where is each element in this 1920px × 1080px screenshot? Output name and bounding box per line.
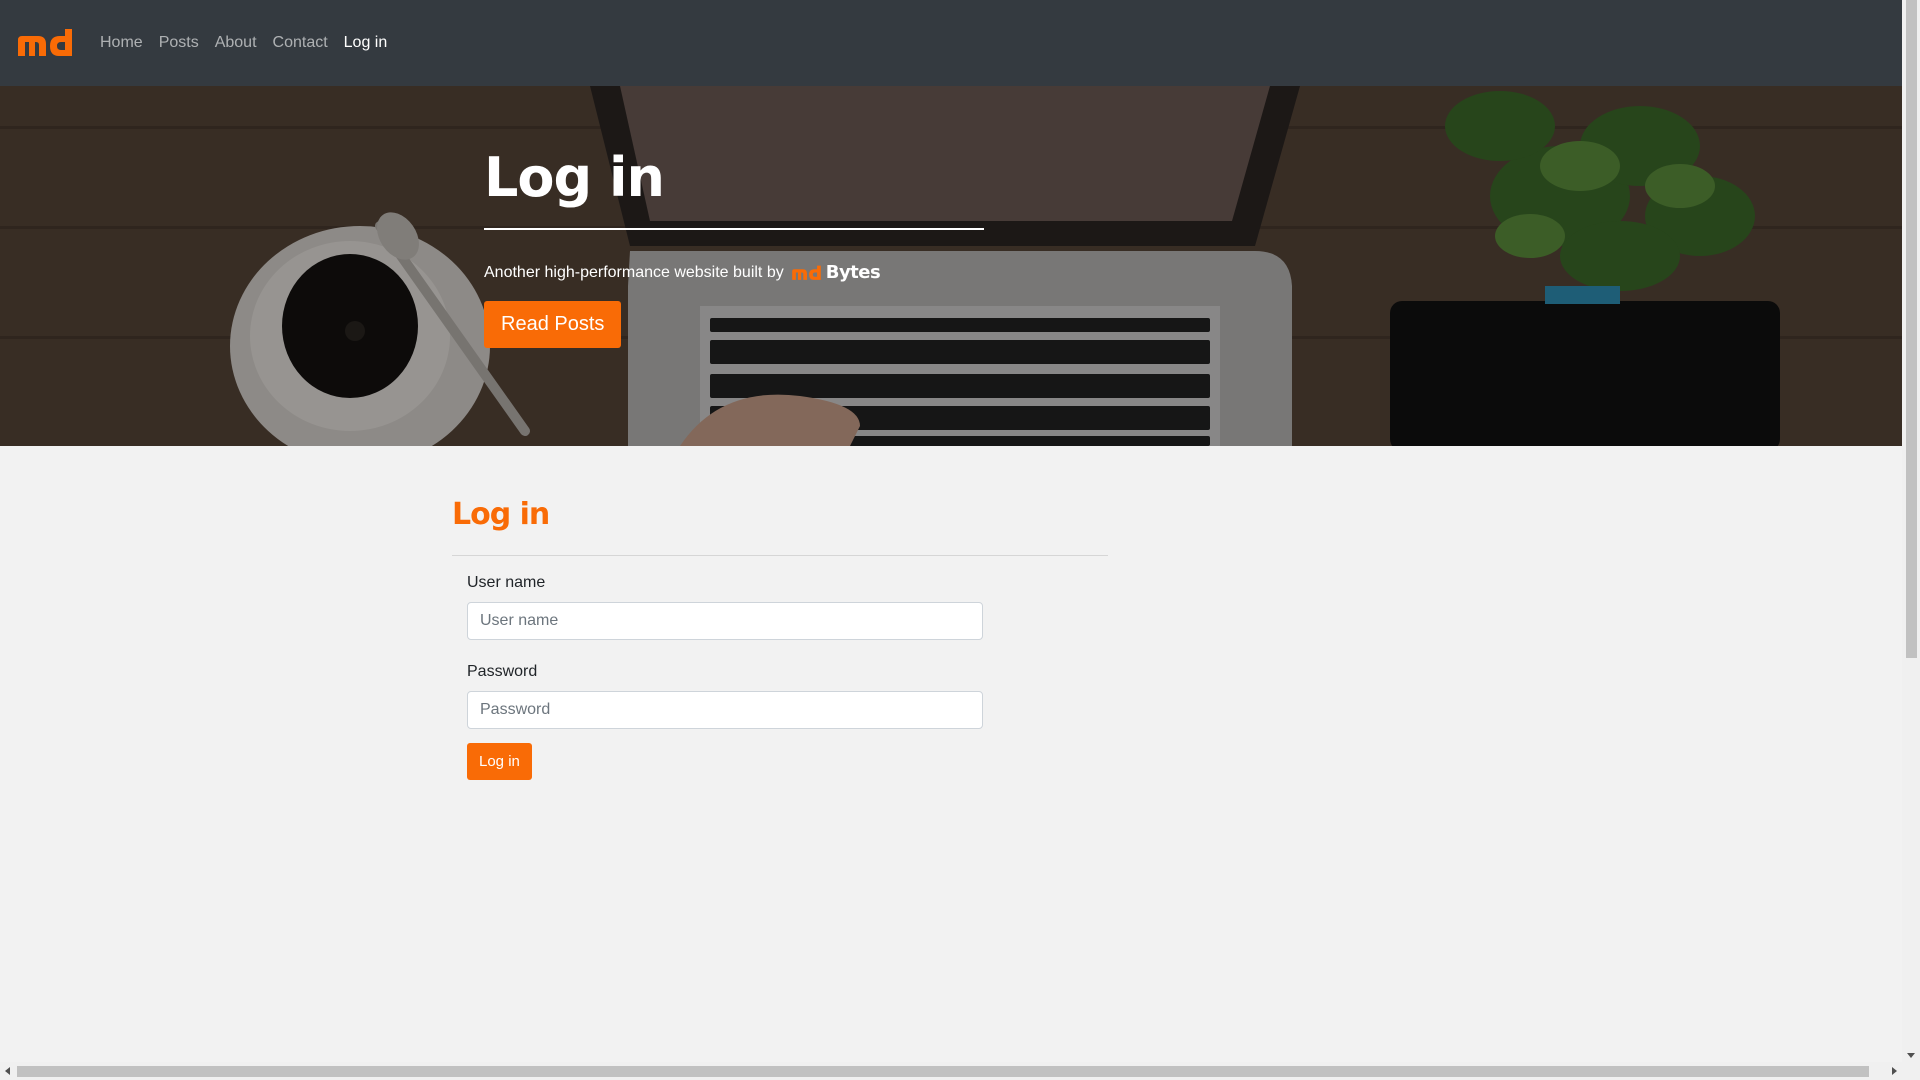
mdbytes-logo: Bytes xyxy=(790,262,881,283)
horizontal-scrollbar-thumb[interactable] xyxy=(17,1066,1869,1077)
username-label: User name xyxy=(467,574,546,591)
nav-link-about[interactable]: About xyxy=(215,34,257,52)
hero-divider xyxy=(484,228,984,230)
nav-link-login[interactable]: Log in xyxy=(344,34,388,52)
navbar: Home Posts About Contact Log in xyxy=(0,0,1902,86)
login-section: Log in User name Password Log in xyxy=(452,495,1108,780)
username-group: User name xyxy=(467,574,983,640)
password-input[interactable] xyxy=(467,691,983,729)
login-submit-button[interactable]: Log in xyxy=(467,743,532,780)
horizontal-scrollbar[interactable] xyxy=(0,1062,1920,1080)
hero-subtitle-row: Another high-performance website built b… xyxy=(484,262,984,283)
nav-links: Home Posts About Contact Log in xyxy=(100,34,403,52)
vertical-scrollbar[interactable] xyxy=(1902,0,1920,1062)
login-heading: Log in xyxy=(452,497,550,532)
md-logo-small-icon xyxy=(791,265,821,280)
login-form: User name Password Log in xyxy=(467,574,983,780)
username-input[interactable] xyxy=(467,602,983,640)
md-logo-icon xyxy=(18,29,72,56)
nav-link-home[interactable]: Home xyxy=(100,34,143,52)
password-group: Password xyxy=(467,663,983,729)
nav-link-posts[interactable]: Posts xyxy=(159,34,199,52)
read-posts-button[interactable]: Read Posts xyxy=(484,301,622,348)
scroll-down-arrow-icon[interactable] xyxy=(1907,1053,1915,1058)
hero-title: Log in xyxy=(484,146,665,209)
vertical-scrollbar-thumb[interactable] xyxy=(1906,0,1917,658)
scroll-right-arrow-icon[interactable] xyxy=(1892,1067,1897,1075)
hero-subtitle: Another high-performance website built b… xyxy=(484,263,784,281)
password-label: Password xyxy=(467,663,538,680)
nav-link-contact[interactable]: Contact xyxy=(273,34,328,52)
mdbytes-logo-text: Bytes xyxy=(825,262,881,283)
brand-logo[interactable] xyxy=(16,25,76,61)
hero-content: Log in Another high-performance website … xyxy=(484,146,984,348)
scroll-left-arrow-icon[interactable] xyxy=(5,1067,10,1075)
login-divider xyxy=(452,555,1108,556)
hero-banner: Log in Another high-performance website … xyxy=(0,86,1902,446)
